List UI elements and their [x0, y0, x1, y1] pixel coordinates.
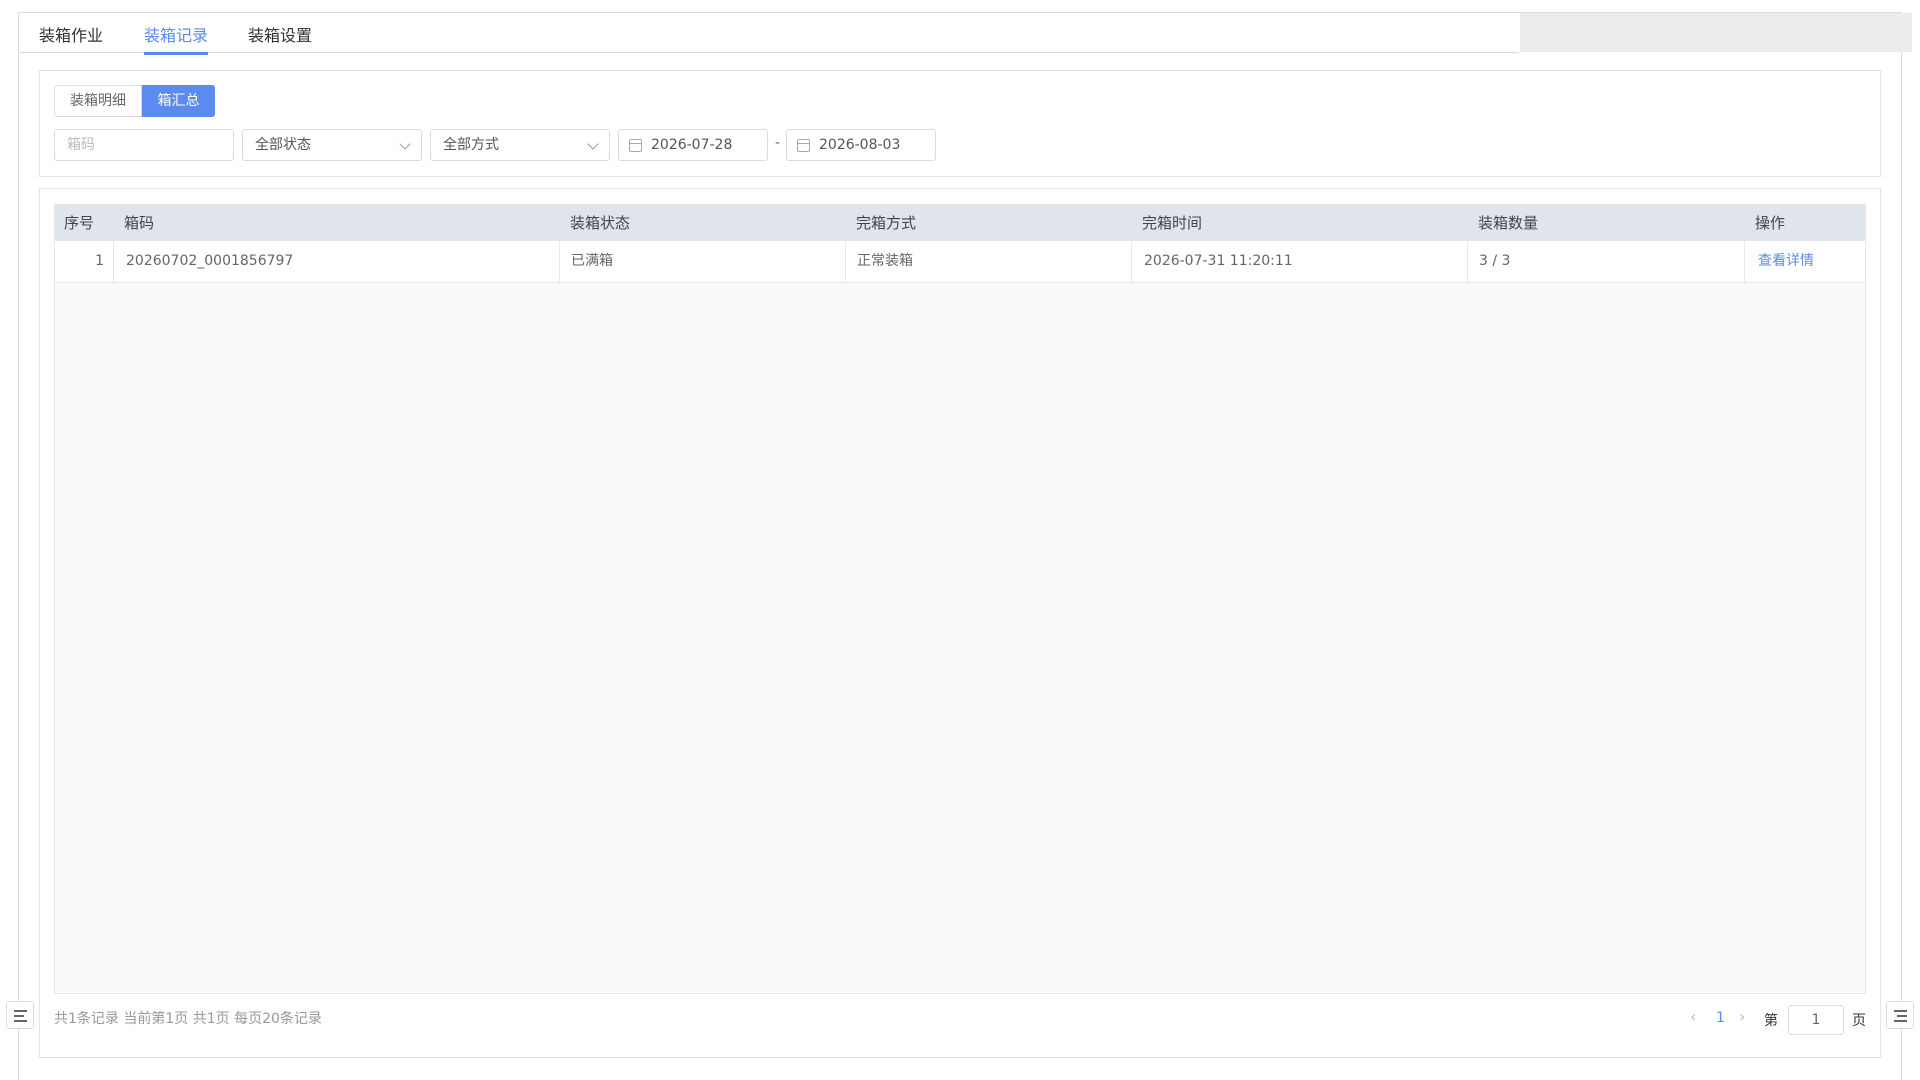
tab-packing-settings[interactable]: 装箱设置 [248, 22, 312, 52]
row-index: 1 [95, 253, 104, 269]
table-row: 1 20260702_0001856797 已满箱 正常装箱 2026-07-3… [55, 241, 1865, 283]
menu-expand-icon[interactable] [1886, 1001, 1914, 1029]
start-date-picker[interactable]: 2026-07-28 [618, 129, 768, 161]
prev-page-button[interactable]: ‹ [1690, 1007, 1696, 1026]
end-date-picker[interactable]: 2026-08-03 [786, 129, 936, 161]
box-summary-toggle[interactable]: 箱汇总 [142, 85, 215, 117]
calendar-icon [629, 139, 642, 152]
end-date-value: 2026-08-03 [819, 137, 901, 153]
tab-packing-records[interactable]: 装箱记录 [144, 22, 209, 55]
col-method: 完箱方式 [856, 214, 917, 232]
col-action: 操作 [1755, 214, 1786, 232]
record-summary: 共1条记录 当前第1页 共1页 每页20条记录 [54, 1011, 322, 1027]
box-code-input[interactable] [65, 130, 229, 160]
menu-collapse-icon[interactable] [6, 1001, 34, 1029]
chevron-down-icon [399, 138, 411, 150]
tab-packing-operation[interactable]: 装箱作业 [39, 22, 103, 52]
packing-detail-toggle[interactable]: 装箱明细 [54, 85, 142, 117]
status-select[interactable]: 全部状态 [242, 129, 422, 161]
method-select-value: 全部方式 [443, 137, 499, 153]
date-range-separator: - [775, 135, 781, 151]
col-index: 序号 [64, 214, 95, 232]
method-select[interactable]: 全部方式 [430, 129, 610, 161]
row-quantity: 3 / 3 [1467, 241, 1744, 282]
tab-bar [19, 13, 1519, 53]
goto-page-input[interactable]: 1 [1788, 1005, 1844, 1035]
records-table-body [54, 204, 1866, 994]
page-1-button[interactable]: 1 [1716, 1010, 1725, 1026]
col-box-code: 箱码 [124, 214, 155, 232]
goto-page-suffix: 页 [1852, 1013, 1866, 1029]
col-quantity: 装箱数量 [1478, 214, 1539, 232]
calendar-icon [797, 139, 810, 152]
col-status: 装箱状态 [570, 214, 631, 232]
row-box-code: 20260702_0001856797 [113, 241, 559, 282]
row-status: 已满箱 [559, 241, 845, 282]
row-method: 正常装箱 [845, 241, 1131, 282]
status-select-value: 全部状态 [255, 137, 311, 153]
col-finish-time: 完箱时间 [1142, 214, 1203, 232]
goto-page-prefix: 第 [1764, 1013, 1778, 1029]
next-page-button[interactable]: › [1739, 1007, 1745, 1026]
box-code-field [54, 129, 234, 161]
tab-bar-filler [1520, 13, 1912, 52]
row-finish-time: 2026-07-31 11:20:11 [1131, 241, 1467, 282]
table-header: 序号 箱码 装箱状态 完箱方式 完箱时间 装箱数量 操作 [55, 205, 1865, 241]
view-details-link[interactable]: 查看详情 [1744, 241, 1865, 282]
start-date-value: 2026-07-28 [651, 137, 733, 153]
chevron-down-icon [587, 138, 599, 150]
